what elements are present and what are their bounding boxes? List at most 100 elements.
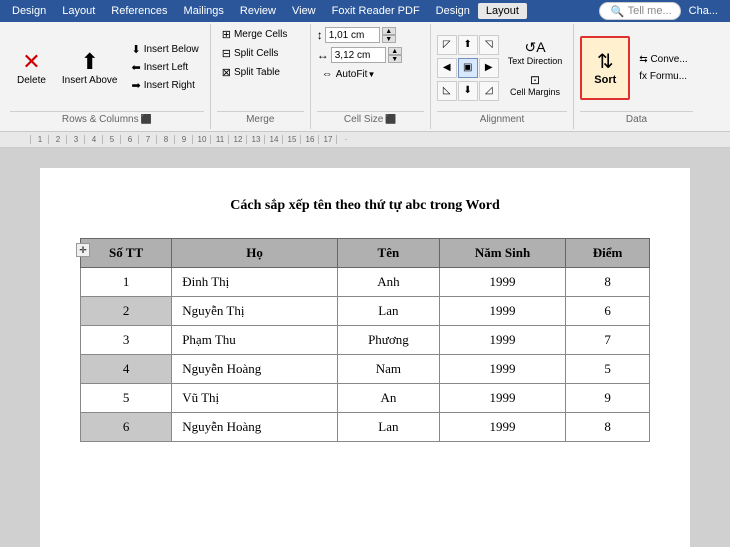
menu-cha[interactable]: Cha... xyxy=(681,3,726,19)
align-bot-right[interactable]: ◿ xyxy=(479,81,499,101)
insert-above-button[interactable]: ⬆ Insert Above xyxy=(55,36,125,100)
ruler-mark: 7 xyxy=(138,135,156,144)
menu-design2[interactable]: Design xyxy=(428,3,478,19)
ruler-mark: 4 xyxy=(84,135,102,144)
data-cell: Anh xyxy=(337,268,439,297)
cell-margins-button[interactable]: ⊡ Cell Margins xyxy=(503,71,568,99)
ruler-mark: 1 xyxy=(30,135,48,144)
align-top-left[interactable]: ◸ xyxy=(437,35,457,55)
height-down[interactable]: ▼ xyxy=(382,35,396,43)
group-rows-cols: ✕ Delete ⬆ Insert Above ⬇ Insert Below ⬅ xyxy=(4,24,211,129)
data-cell: 9 xyxy=(566,384,650,413)
delete-label: Delete xyxy=(17,75,46,86)
menu-foxit[interactable]: Foxit Reader PDF xyxy=(324,3,428,19)
rows-cols-group-label: Rows & Columns ⬛ xyxy=(10,111,204,127)
alignment-extra-btns: ↺A Text Direction ⊡ Cell Margins xyxy=(503,37,568,99)
data-cell: An xyxy=(337,384,439,413)
tell-me-box[interactable]: 🔍 Tell me... xyxy=(599,2,681,20)
data-cell: Nguyễn Hoàng xyxy=(172,355,338,384)
table-row: 4Nguyễn HoàngNam19995 xyxy=(81,355,650,384)
table-header-row: Số TT Họ Tên Năm Sinh Điểm xyxy=(81,239,650,268)
ruler-mark: 10 xyxy=(192,135,210,144)
data-cell: Phương xyxy=(337,326,439,355)
col-header-ho: Họ xyxy=(172,239,338,268)
menu-layout[interactable]: Layout xyxy=(54,3,103,19)
align-mid-right[interactable]: ▶ xyxy=(479,58,499,78)
split-cells-button[interactable]: ⊟ Split Cells xyxy=(217,45,284,62)
insert-left-button[interactable]: ⬅ Insert Left xyxy=(127,59,204,76)
convert-button[interactable]: ⇆ Conve... xyxy=(634,52,692,67)
menu-design[interactable]: Design xyxy=(4,3,54,19)
menu-review[interactable]: Review xyxy=(232,3,284,19)
data-cell: 1999 xyxy=(439,384,565,413)
ruler-mark: 11 xyxy=(210,135,228,144)
width-up[interactable]: ▲ xyxy=(388,47,402,55)
data-cell: 7 xyxy=(566,326,650,355)
data-cell: 1999 xyxy=(439,355,565,384)
cell-margins-icon: ⊡ xyxy=(530,73,540,87)
document-area: ✛ Cách sắp xếp tên theo thứ tự abc trong… xyxy=(0,148,730,547)
group-merge: ⊞ Merge Cells ⊟ Split Cells ⊠ Split Tabl… xyxy=(211,24,311,129)
cell-size-expand-icon[interactable]: ⬛ xyxy=(385,114,396,125)
group-data: ⇅ Sort ⇆ Conve... fx Formu... Data xyxy=(574,24,698,129)
menu-references[interactable]: References xyxy=(103,3,175,19)
align-row-top: ◸ ⬆ ◹ xyxy=(437,35,499,55)
ruler-mark: 15 xyxy=(282,135,300,144)
menu-layout2[interactable]: Layout xyxy=(478,3,527,19)
split-table-button[interactable]: ⊠ Split Table xyxy=(217,64,285,81)
autofit-icon: ⇔ xyxy=(322,68,333,80)
insert-left-icon: ⬅ xyxy=(132,61,141,74)
height-up[interactable]: ▲ xyxy=(382,27,396,35)
rows-cols-expand-icon[interactable]: ⬛ xyxy=(141,114,152,125)
menubar: Design Layout References Mailings Review… xyxy=(0,0,730,22)
width-down[interactable]: ▼ xyxy=(388,55,402,63)
height-input[interactable] xyxy=(325,27,380,43)
ruler-mark: 17 xyxy=(318,135,336,144)
data-cell: Nguyễn Thị xyxy=(172,297,338,326)
width-input[interactable] xyxy=(331,47,386,63)
text-direction-button[interactable]: ↺A Text Direction xyxy=(503,37,568,69)
insert-right-icon: ➡ xyxy=(132,79,141,92)
ruler-mark: 14 xyxy=(264,135,282,144)
alignment-group-label: Alignment xyxy=(437,111,568,127)
ruler-mark: · xyxy=(336,135,354,144)
group-cell-size: ↕ ▲ ▼ ↔ ▲ ▼ ⇔ AutoFi xyxy=(311,24,431,129)
align-row-bot: ◺ ⬇ ◿ xyxy=(437,81,499,101)
insert-above-label: Insert Above xyxy=(62,75,118,86)
data-group-label: Data xyxy=(580,111,692,127)
align-mid-center[interactable]: ▣ xyxy=(458,58,478,78)
col-header-ten: Tên xyxy=(337,239,439,268)
data-cell: 1999 xyxy=(439,297,565,326)
merge-cells-button[interactable]: ⊞ Merge Cells xyxy=(217,26,293,43)
col-header-namsinh: Năm Sinh xyxy=(439,239,565,268)
data-cell: Đinh Thị xyxy=(172,268,338,297)
table-row: 6Nguyễn HoàngLan19998 xyxy=(81,413,650,442)
col-header-diem: Điểm xyxy=(566,239,650,268)
align-mid-left[interactable]: ◀ xyxy=(437,58,457,78)
formula-button[interactable]: fx Formu... xyxy=(634,69,692,84)
align-top-right[interactable]: ◹ xyxy=(479,35,499,55)
autofit-button[interactable]: ⇔ AutoFit ▼ xyxy=(317,66,381,82)
table-row: 5Vũ ThịAn19999 xyxy=(81,384,650,413)
align-row-mid: ◀ ▣ ▶ xyxy=(437,58,499,78)
ruler-mark: 5 xyxy=(102,135,120,144)
data-extra-btns: ⇆ Conve... fx Formu... xyxy=(634,52,692,84)
insert-below-button[interactable]: ⬇ Insert Below xyxy=(127,41,204,58)
delete-icon: ✕ xyxy=(22,49,40,75)
table-move-handle[interactable]: ✛ xyxy=(76,243,90,257)
ribbon: ✕ Delete ⬆ Insert Above ⬇ Insert Below ⬅ xyxy=(0,22,730,132)
align-bot-center[interactable]: ⬇ xyxy=(458,81,478,101)
col-header-sott: Số TT xyxy=(81,239,172,268)
menu-view[interactable]: View xyxy=(284,3,324,19)
menu-mailings[interactable]: Mailings xyxy=(176,3,232,19)
width-icon: ↔ xyxy=(317,48,329,62)
insert-right-button[interactable]: ➡ Insert Right xyxy=(127,77,204,94)
data-cell: 1999 xyxy=(439,326,565,355)
delete-button[interactable]: ✕ Delete xyxy=(10,36,53,100)
data-cell: Vũ Thị xyxy=(172,384,338,413)
height-icon: ↕ xyxy=(317,28,323,42)
sort-button[interactable]: ⇅ Sort xyxy=(580,36,630,100)
align-top-center[interactable]: ⬆ xyxy=(458,35,478,55)
align-bot-left[interactable]: ◺ xyxy=(437,81,457,101)
table-row: 3Phạm ThuPhương19997 xyxy=(81,326,650,355)
